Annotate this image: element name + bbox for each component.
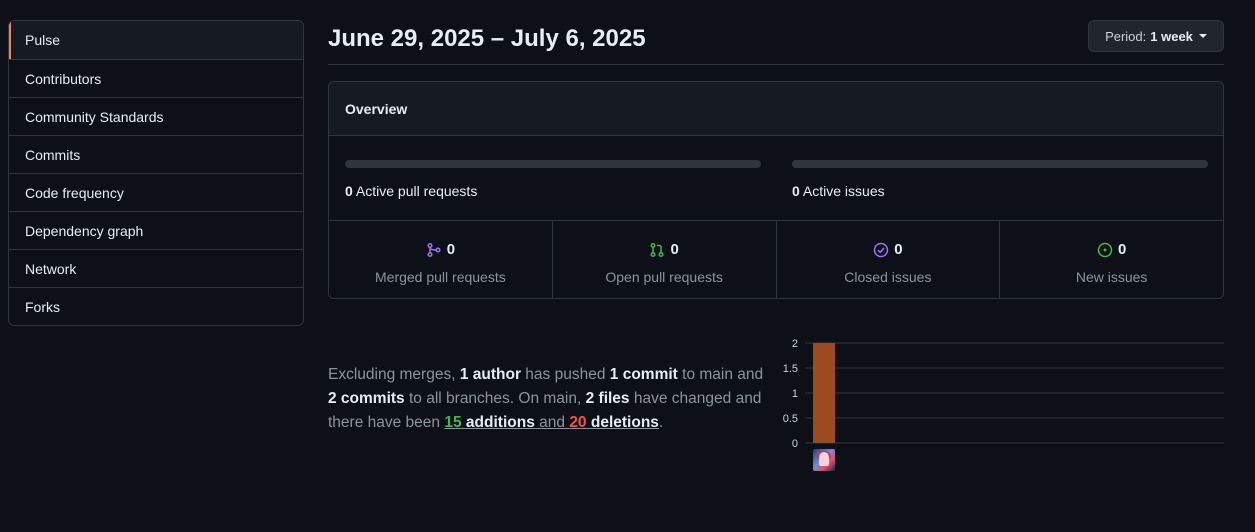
merged-prs-label: Merged pull requests bbox=[375, 268, 506, 285]
summary-authors: 1 author bbox=[459, 366, 521, 383]
active-issues-block: 0 Active issues bbox=[792, 160, 1208, 199]
summary-text-4: to all branches. On main, bbox=[408, 390, 582, 407]
sidebar-item-dependency-graph[interactable]: Dependency graph bbox=[9, 211, 303, 249]
merged-prs-count: 0 bbox=[446, 241, 456, 258]
summary-text-3: to main and bbox=[682, 366, 764, 383]
active-issues-label: Active issues bbox=[802, 183, 885, 199]
sidebar-item-pulse[interactable]: Pulse bbox=[9, 21, 303, 59]
open-prs-label: Open pull requests bbox=[605, 268, 723, 285]
additions-deletions-link[interactable]: 15 additions and 20 deletions bbox=[444, 414, 659, 431]
new-issues-count: 0 bbox=[1117, 241, 1127, 258]
sidebar-item-code-frequency[interactable]: Code frequency bbox=[9, 173, 303, 211]
active-prs-link[interactable]: 0 Active pull requests bbox=[345, 183, 761, 199]
active-prs-bar bbox=[345, 160, 761, 168]
caret-down-icon bbox=[1198, 34, 1207, 38]
open-prs-stat[interactable]: 0 Open pull requests bbox=[551, 221, 776, 298]
closed-issues-label: Closed issues bbox=[844, 268, 932, 285]
overview-title: Overview bbox=[329, 82, 1223, 136]
y-tick-label: 1.5 bbox=[783, 363, 798, 375]
merged-prs-stat[interactable]: 0 Merged pull requests bbox=[329, 221, 552, 298]
sidebar-item-forks[interactable]: Forks bbox=[9, 287, 303, 325]
new-issues-stat[interactable]: 0 New issues bbox=[999, 221, 1223, 298]
pulse-sidebar: Pulse Contributors Community Standards C… bbox=[8, 20, 304, 326]
summary-period: . bbox=[658, 414, 664, 431]
y-tick-label: 1 bbox=[792, 388, 798, 400]
summary-text-2: has pushed bbox=[525, 366, 606, 383]
additions-word: additions bbox=[465, 414, 535, 431]
deletions-count: 20 bbox=[569, 414, 587, 431]
summary-and: and bbox=[539, 414, 565, 431]
period-select-button[interactable]: Period: 1 week bbox=[1088, 20, 1224, 52]
merge-icon bbox=[427, 242, 441, 257]
active-issues-count: 0 bbox=[792, 183, 800, 199]
additions-count: 15 bbox=[444, 414, 462, 431]
period-value: 1 week bbox=[1150, 28, 1193, 44]
sidebar-item-community-standards[interactable]: Community Standards bbox=[9, 97, 303, 135]
summary-text-1: Excluding merges, bbox=[328, 366, 456, 383]
header-divider bbox=[328, 64, 1224, 65]
active-issues-link[interactable]: 0 Active issues bbox=[792, 183, 1208, 199]
commits-by-author-chart: 0 0.5 1 1.5 2 bbox=[783, 338, 1224, 450]
active-prs-count: 0 bbox=[345, 183, 353, 199]
summary-files: 2 files bbox=[585, 390, 630, 407]
active-prs-label: Active pull requests bbox=[355, 183, 478, 199]
y-tick-label: 2 bbox=[792, 338, 798, 350]
sidebar-item-contributors[interactable]: Contributors bbox=[9, 59, 303, 97]
summary-commits-main: 1 commit bbox=[609, 366, 678, 383]
pull-request-icon bbox=[650, 242, 665, 257]
y-tick-label: 0 bbox=[792, 438, 798, 450]
overview-stats: 0 Merged pull requests 0 Open pull reque… bbox=[329, 221, 1223, 298]
closed-issues-stat[interactable]: 0 Closed issues bbox=[775, 221, 1000, 298]
overview-panel: Overview 0 Active pull requests 0 Active… bbox=[328, 81, 1224, 299]
issue-closed-icon bbox=[873, 242, 889, 257]
period-prefix: Period: bbox=[1105, 28, 1147, 44]
new-issues-label: New issues bbox=[1075, 268, 1148, 285]
commit-bar[interactable] bbox=[813, 343, 835, 443]
closed-issues-count: 0 bbox=[894, 241, 903, 258]
deletions-word: deletions bbox=[590, 414, 659, 431]
issue-opened-icon bbox=[1097, 242, 1113, 257]
y-tick-label: 0.5 bbox=[783, 413, 798, 425]
overview-activity: 0 Active pull requests 0 Active issues bbox=[329, 136, 1223, 221]
active-issues-bar bbox=[792, 160, 1208, 168]
commit-summary: Excluding merges, 1 author has pushed 1 … bbox=[328, 363, 768, 435]
sidebar-item-commits[interactable]: Commits bbox=[9, 135, 303, 173]
author-avatar[interactable] bbox=[813, 449, 835, 471]
active-prs-block: 0 Active pull requests bbox=[345, 160, 761, 199]
summary-commits-all: 2 commits bbox=[328, 390, 405, 407]
sidebar-item-network[interactable]: Network bbox=[9, 249, 303, 287]
open-prs-count: 0 bbox=[670, 241, 679, 258]
date-range-title: June 29, 2025 – July 6, 2025 bbox=[328, 25, 646, 52]
